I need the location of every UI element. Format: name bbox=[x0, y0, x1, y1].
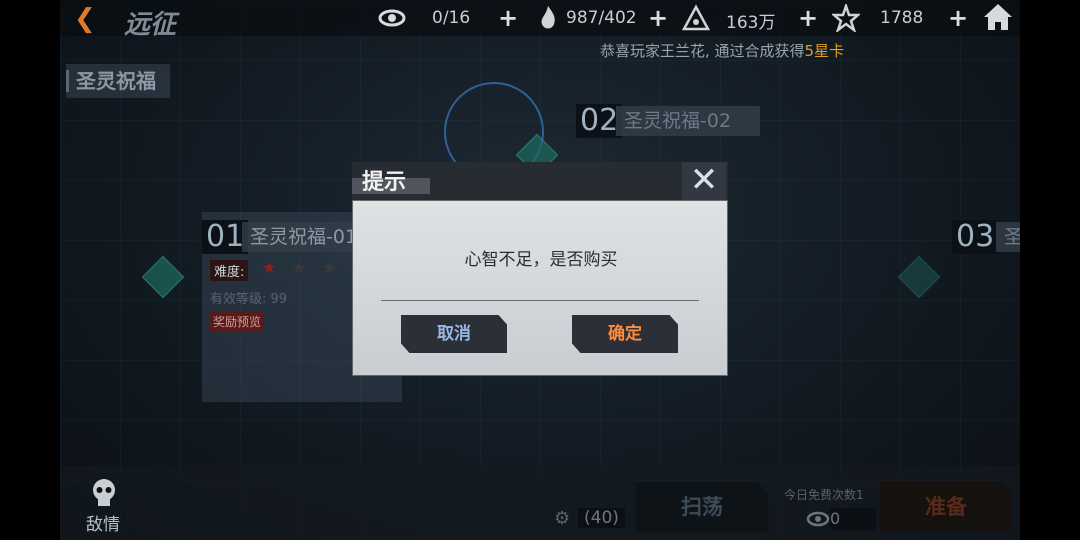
free-times-value: 0 bbox=[830, 508, 876, 530]
difficulty-star-icon: ★ bbox=[322, 258, 337, 277]
difficulty-star-icon: ★ bbox=[262, 258, 277, 277]
prepare-button[interactable]: 准备 bbox=[880, 482, 1012, 532]
enemy-info-label[interactable]: 敌情 bbox=[86, 510, 120, 535]
eye-icon bbox=[806, 511, 830, 527]
dialog-message: 心智不足，是否购买 bbox=[464, 250, 618, 270]
add-flame-button[interactable]: + bbox=[648, 4, 668, 32]
notice-text: 恭喜玩家王兰花, 通过合成获得 bbox=[600, 42, 805, 60]
node-03-name[interactable]: 圣 bbox=[996, 222, 1020, 252]
resource-star-value: 1788 bbox=[880, 8, 924, 28]
close-x-icon[interactable]: ✕ bbox=[682, 162, 726, 200]
section-label: 圣灵祝福 bbox=[66, 64, 170, 98]
resource-triangle-value: 163万 bbox=[726, 13, 776, 33]
sweep-cost-icon: ⚙ bbox=[554, 508, 571, 529]
page-title: 远征 bbox=[124, 10, 177, 40]
dialog-title: 提示 bbox=[362, 170, 407, 195]
game-stage: ❮ 远征 0/16 + 987/402 + 163万 + 1788 + 恭喜玩家… bbox=[60, 0, 1020, 540]
node-03-number: 03 bbox=[952, 220, 999, 254]
system-notice: 恭喜玩家王兰花, 通过合成获得5星卡 bbox=[600, 40, 844, 61]
dialog-divider bbox=[381, 300, 699, 301]
add-triangle-button[interactable]: + bbox=[798, 4, 818, 32]
level-label: 有效等级: 99 bbox=[210, 292, 288, 307]
reward-preview-label[interactable]: 奖励预览 bbox=[210, 312, 265, 331]
eye-icon bbox=[378, 9, 406, 27]
sweep-button[interactable]: 扫荡 bbox=[636, 482, 768, 532]
prompt-dialog: 提示 ✕ 心智不足，是否购买 取消 确定 bbox=[352, 162, 728, 376]
node-02-name[interactable]: 圣灵祝福-02 bbox=[616, 106, 760, 136]
skull-icon[interactable] bbox=[90, 478, 118, 508]
difficulty-star-icon: ★ bbox=[292, 258, 307, 277]
difficulty-label: 难度: bbox=[210, 260, 249, 281]
resource-flame-value: 987/402 bbox=[566, 8, 637, 28]
home-icon[interactable] bbox=[982, 2, 1014, 32]
star-emblem-icon bbox=[832, 4, 860, 32]
top-bar: ❮ 远征 0/16 + 987/402 + 163万 + 1788 + bbox=[60, 0, 1020, 40]
confirm-button[interactable]: 确定 bbox=[572, 315, 678, 353]
add-eye-button[interactable]: + bbox=[498, 4, 518, 32]
resource-eye-value: 0/16 bbox=[432, 8, 471, 28]
add-star-button[interactable]: + bbox=[948, 4, 968, 32]
bottom-bar bbox=[60, 466, 1020, 540]
triangle-emblem-icon bbox=[682, 4, 710, 31]
node-01-name: 圣灵祝福-01 bbox=[242, 222, 370, 252]
flame-icon bbox=[541, 6, 555, 29]
dialog-body: 心智不足，是否购买 取消 确定 bbox=[352, 200, 728, 376]
back-arrow-icon[interactable]: ❮ bbox=[74, 6, 96, 32]
sweep-count: (40) bbox=[578, 508, 625, 528]
free-times-label: 今日免费次数1 bbox=[784, 488, 864, 502]
notice-highlight: 5星卡 bbox=[804, 42, 845, 60]
cancel-button[interactable]: 取消 bbox=[401, 315, 507, 353]
